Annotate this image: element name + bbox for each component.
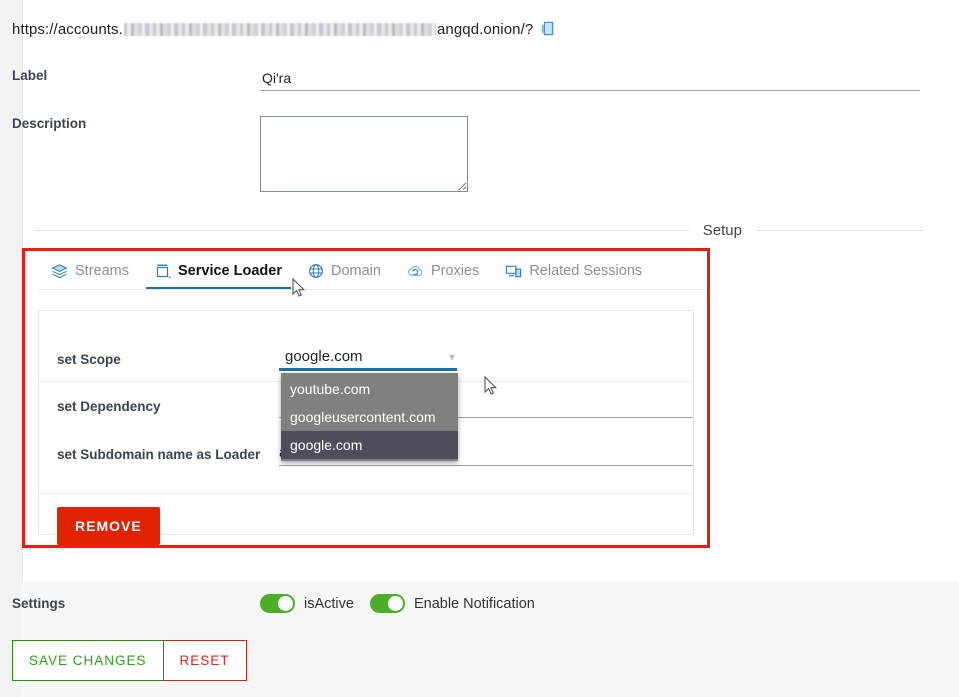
toggle-group: isActive Enable Notification bbox=[260, 594, 535, 613]
page-root: https://accounts. angqd.onion/? Label De… bbox=[0, 0, 959, 697]
tab-domain-label: Domain bbox=[330, 263, 381, 279]
toggle-item-isactive: isActive bbox=[260, 594, 354, 613]
chevron-down-icon: ▾ bbox=[448, 349, 455, 364]
isactive-label: isActive bbox=[304, 595, 354, 612]
isactive-toggle[interactable] bbox=[260, 594, 295, 613]
cloud-refresh-icon bbox=[407, 263, 424, 279]
toggle-item-notification: Enable Notification bbox=[369, 594, 535, 613]
service-loader-panel: Streams Service Loader Domain Proxies Re… bbox=[26, 252, 706, 545]
tab-bar: Streams Service Loader Domain Proxies Re… bbox=[26, 252, 706, 290]
scope-dropdown: youtube.com googleusercontent.com google… bbox=[281, 373, 458, 461]
remove-bar: REMOVE bbox=[39, 493, 693, 545]
enable-notification-toggle[interactable] bbox=[369, 594, 405, 613]
set-subdomain-label: set Subdomain name as Loader bbox=[57, 447, 261, 462]
label-row: Label bbox=[12, 68, 932, 91]
tab-proxies-label: Proxies bbox=[430, 263, 480, 279]
service-loader-settings-box: set Scope google.com ▾ youtube.com googl… bbox=[38, 310, 694, 545]
scope-select[interactable]: google.com ▾ bbox=[279, 347, 457, 371]
dropdown-option-youtube[interactable]: youtube.com bbox=[281, 375, 458, 403]
tab-related-sessions[interactable]: Related Sessions bbox=[492, 252, 655, 290]
dropdown-option-googleusercontent[interactable]: googleusercontent.com bbox=[281, 403, 458, 431]
enable-notification-label: Enable Notification bbox=[413, 595, 535, 612]
description-textarea[interactable] bbox=[260, 116, 468, 192]
tab-streams-label: Streams bbox=[75, 263, 129, 279]
reset-button[interactable]: RESET bbox=[163, 640, 247, 681]
save-changes-button[interactable]: SAVE CHANGES bbox=[12, 640, 164, 681]
url-row: https://accounts. angqd.onion/? bbox=[12, 18, 556, 40]
remove-button[interactable]: REMOVE bbox=[57, 507, 160, 545]
tab-bar-rule bbox=[38, 289, 706, 290]
toggle-knob bbox=[278, 596, 293, 611]
settings-caption: Settings bbox=[12, 596, 66, 611]
divider-line-right bbox=[756, 230, 924, 231]
left-gutter bbox=[0, 0, 22, 697]
tab-service-loader[interactable]: Service Loader bbox=[142, 252, 295, 290]
scope-select-value: google.com bbox=[285, 348, 363, 365]
description-row: Description bbox=[12, 116, 932, 192]
tab-proxies[interactable]: Proxies bbox=[394, 252, 492, 290]
label-caption: Label bbox=[12, 68, 48, 83]
set-scope-value: google.com ▾ youtube.com googleuserconte… bbox=[279, 347, 693, 461]
tab-streams[interactable]: Streams bbox=[38, 252, 142, 290]
settings-row: Settings isActive Enable Notification bbox=[12, 594, 565, 613]
setup-divider: Setup bbox=[34, 222, 924, 239]
set-scope-label: set Scope bbox=[57, 351, 121, 367]
copy-icon[interactable] bbox=[541, 21, 556, 37]
description-caption: Description bbox=[12, 116, 87, 131]
toggle-knob bbox=[387, 596, 403, 611]
tab-domain[interactable]: Domain bbox=[295, 252, 394, 290]
devices-icon bbox=[505, 263, 522, 279]
tab-service-loader-label: Service Loader bbox=[178, 263, 282, 279]
action-button-row: SAVE CHANGES RESET bbox=[12, 640, 247, 681]
divider-line-left bbox=[34, 230, 689, 231]
row-set-scope: set Scope google.com ▾ youtube.com googl… bbox=[39, 347, 693, 461]
redacted-url-segment bbox=[123, 22, 436, 36]
layers-icon bbox=[51, 263, 68, 279]
globe-icon bbox=[308, 263, 324, 279]
label-input[interactable] bbox=[260, 68, 920, 91]
tab-related-sessions-label: Related Sessions bbox=[529, 263, 643, 279]
url-prefix: https://accounts. bbox=[12, 20, 123, 38]
dropdown-option-google[interactable]: google.com bbox=[281, 431, 458, 459]
scope-select-wrap: google.com ▾ youtube.com googleuserconte… bbox=[279, 347, 458, 461]
set-dependency-label: set Dependency bbox=[57, 399, 161, 414]
url-suffix: angqd.onion/? bbox=[436, 20, 534, 38]
service-loader-icon bbox=[155, 263, 171, 279]
setup-title: Setup bbox=[702, 222, 742, 239]
